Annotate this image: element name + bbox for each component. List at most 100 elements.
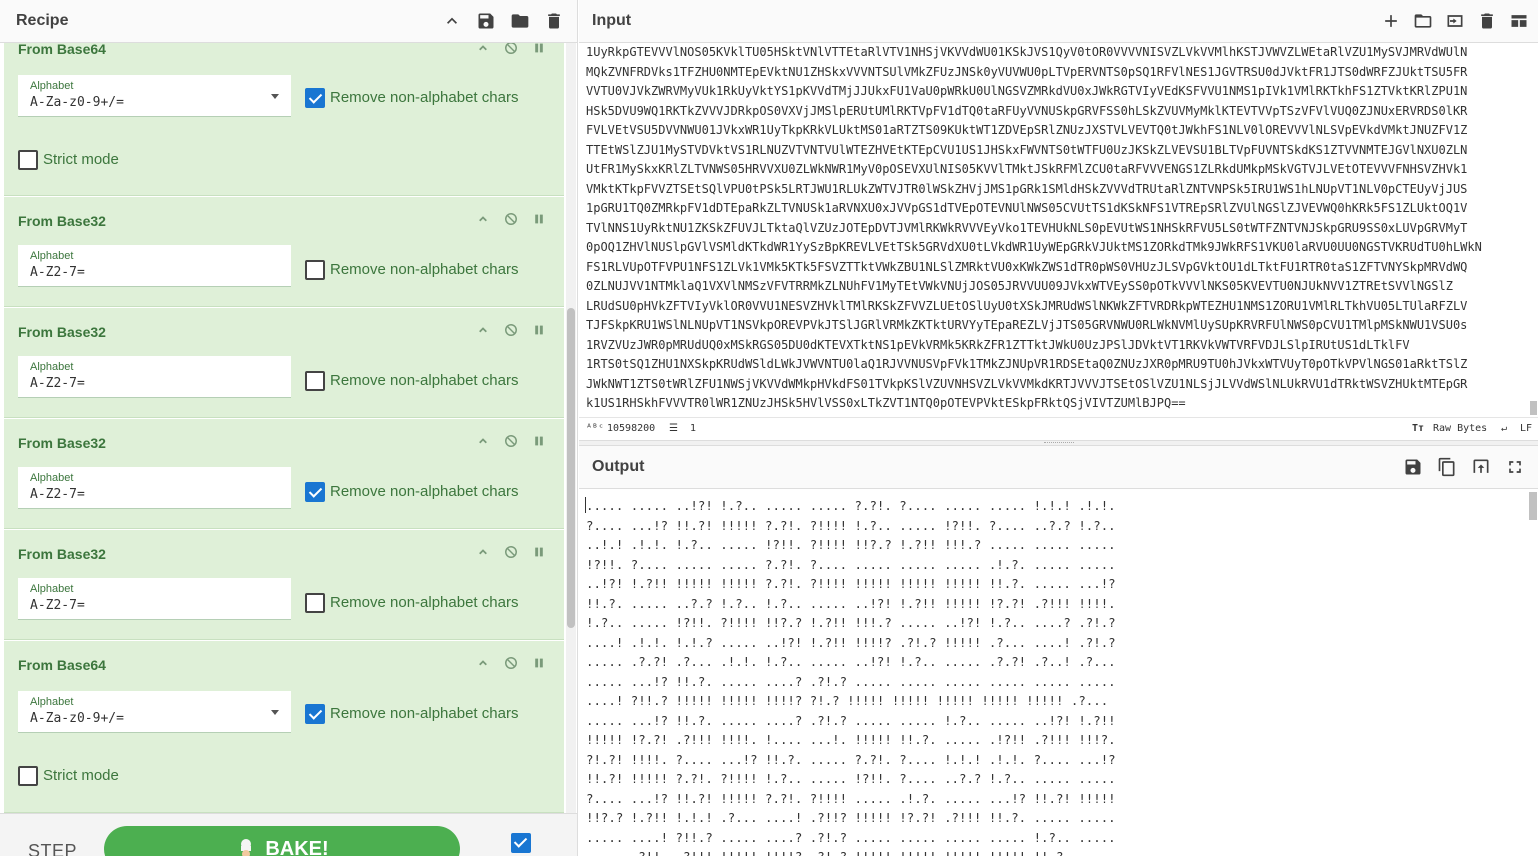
recipe-pane: Recipe From Base64 Alphabet A-Za-z0-9+/=… (0, 0, 578, 856)
disable-icon[interactable] (504, 434, 518, 448)
output-line: !!.?. ..... ..?.? !.?.. !.?.. ..... ..!?… (586, 595, 1116, 611)
output-title: Output (592, 458, 645, 475)
pause-icon[interactable] (532, 323, 546, 337)
disable-icon[interactable] (504, 323, 518, 337)
output-line: ?.... ...!? !!.?! !!!!! ?.?!. ?!!!! ....… (586, 790, 1116, 806)
output-scrollbar-thumb[interactable] (1529, 492, 1537, 520)
chevron-up-icon[interactable] (476, 323, 490, 337)
save-recipe-icon[interactable] (475, 10, 497, 32)
chevron-up-icon[interactable] (476, 43, 490, 55)
output-line: ..... ..... ..!?! !.?.. ..... ..... ?.?!… (586, 498, 1116, 513)
chevron-up-icon[interactable] (476, 545, 490, 559)
output-line: !!.?! !!!!! ?.?!. ?!!!! !.?.. ..... !?!!… (586, 771, 1116, 786)
bake-button[interactable]: BAKE! (104, 826, 460, 856)
remove-non-alphabet-checkbox[interactable] (305, 260, 325, 280)
alphabet-label: Alphabet (30, 250, 74, 262)
disable-icon[interactable] (504, 212, 518, 226)
operation-from-base32[interactable]: From Base32 Alphabet A-Z2-7= Remove non-… (4, 197, 564, 307)
output-line: ..!.! .!.!. !.?.. ..... !?!!. ?!!!! !!?.… (586, 537, 1116, 552)
input-line: VMktKTkpFVVZTSEtSQlVPU0tPSk5LRTJWU1RLUkZ… (586, 181, 1468, 196)
operation-from-base32[interactable]: From Base32 Alphabet A-Z2-7= Remove non-… (4, 308, 564, 418)
char-count: 10598200 (607, 423, 656, 434)
output-line: !!?.? !.?!! !.!.! .?... ....! .?!!? !!!!… (586, 810, 1116, 825)
input-title: Input (592, 12, 632, 29)
output-line: !.?.. ..... !?!!. ?!!!! !!?.? !.?!! !!!.… (586, 615, 1116, 630)
cyberchef-app: Recipe From Base64 Alphabet A-Za-z0-9+/=… (0, 0, 1538, 856)
input-line: 1RTS0tSQ1ZHU1NXSkpKRUdWSldLWkJVWVNTU0laQ… (586, 357, 1468, 371)
operation-title: From Base64 (18, 657, 106, 673)
remove-non-alphabet-label: Remove non-alphabet chars (330, 483, 519, 500)
input-line: HSk5DVU9WQ1RKTkZVVVJDRkpOS0VXVjJMSlpERUt… (586, 103, 1468, 118)
remove-non-alphabet-checkbox[interactable] (305, 593, 325, 613)
disable-icon[interactable] (504, 43, 518, 55)
eol-sequence[interactable]: LF (1520, 423, 1532, 434)
replace-input-icon[interactable] (1470, 456, 1492, 478)
output-textarea[interactable]: ..... ..... ..!?! !.?.. ..... ..... ?.?!… (586, 496, 1516, 856)
recipe-scrollbar[interactable] (566, 43, 576, 813)
open-file-icon[interactable] (1444, 10, 1466, 32)
operation-title: From Base32 (18, 435, 106, 451)
alphabet-label: Alphabet (30, 583, 74, 595)
recipe-operations-list: From Base64 Alphabet A-Za-z0-9+/= Remove… (4, 43, 564, 813)
remove-non-alphabet-checkbox[interactable] (305, 482, 325, 502)
strict-mode-checkbox[interactable] (18, 766, 38, 786)
add-tab-icon[interactable] (1380, 10, 1402, 32)
maximize-icon[interactable] (1504, 456, 1526, 478)
input-scrollbar[interactable] (1528, 43, 1538, 417)
alphabet-input[interactable]: Alphabet A-Z2-7= (18, 578, 291, 620)
remove-non-alphabet-checkbox[interactable] (305, 88, 325, 108)
open-folder-icon[interactable] (1412, 10, 1434, 32)
alphabet-value: A-Z2-7= (30, 376, 85, 391)
chef-hat-icon (235, 838, 257, 856)
output-line: !!!!! !?.?! .?!!! !!!!. !.... ...!. !!!!… (586, 732, 1116, 747)
alphabet-select[interactable]: Alphabet A-Za-z0-9+/= (18, 691, 291, 733)
operation-from-base32[interactable]: From Base32 Alphabet A-Z2-7= Remove non-… (4, 530, 564, 640)
pause-icon[interactable] (532, 434, 546, 448)
disable-icon[interactable] (504, 656, 518, 670)
output-scrollbar[interactable] (1528, 490, 1538, 856)
operation-from-base32[interactable]: From Base32 Alphabet A-Z2-7= Remove non-… (4, 419, 564, 529)
pause-icon[interactable] (532, 43, 546, 55)
chevron-up-icon[interactable] (476, 656, 490, 670)
alphabet-value: A-Za-z0-9+/= (30, 95, 124, 110)
eol-icon[interactable]: ↵ (1501, 423, 1507, 434)
divider-grip[interactable] (1044, 442, 1074, 444)
strict-mode-label: Strict mode (43, 767, 119, 784)
copy-output-icon[interactable] (1436, 456, 1458, 478)
save-output-icon[interactable] (1402, 456, 1424, 478)
output-line: ..... ....! ?!!.? ..... ....? .?!.? ....… (586, 829, 1116, 845)
reset-layout-icon[interactable] (1508, 10, 1530, 32)
clear-recipe-icon[interactable] (543, 10, 565, 32)
disable-icon[interactable] (504, 545, 518, 559)
pause-icon[interactable] (532, 212, 546, 226)
remove-non-alphabet-checkbox[interactable] (305, 371, 325, 391)
auto-bake-checkbox[interactable] (511, 833, 531, 853)
output-pane: Output ..... ..... ..!?! !.?.. ..... ...… (579, 446, 1538, 856)
collapse-all-icon[interactable] (441, 10, 463, 32)
alphabet-select[interactable]: Alphabet A-Za-z0-9+/= (18, 75, 291, 117)
load-recipe-icon[interactable] (509, 10, 531, 32)
input-textarea[interactable]: 1UyRkpGTEVVVlNOS05KVklTU05HSktVNlVTTEtaR… (586, 43, 1526, 415)
step-button[interactable]: STEP (28, 841, 77, 856)
bake-label: BAKE! (265, 838, 329, 856)
input-scrollbar-thumb[interactable] (1530, 401, 1537, 415)
operation-from-base64[interactable]: From Base64 Alphabet A-Za-z0-9+/= Remove… (4, 43, 564, 196)
strict-mode-checkbox[interactable] (18, 150, 38, 170)
pause-icon[interactable] (532, 545, 546, 559)
pause-icon[interactable] (532, 656, 546, 670)
alphabet-input[interactable]: Alphabet A-Z2-7= (18, 467, 291, 509)
recipe-scrollbar-thumb[interactable] (567, 308, 575, 628)
operation-title: From Base32 (18, 213, 106, 229)
chevron-up-icon[interactable] (476, 212, 490, 226)
dropdown-caret-icon (271, 710, 279, 715)
chevron-up-icon[interactable] (476, 434, 490, 448)
alphabet-input[interactable]: Alphabet A-Z2-7= (18, 356, 291, 398)
operation-from-base64[interactable]: From Base64 Alphabet A-Za-z0-9+/= Remove… (4, 641, 564, 813)
text-encoding-icon[interactable]: Tт (1412, 423, 1424, 434)
text-encoding[interactable]: Raw Bytes (1433, 423, 1487, 434)
alphabet-input[interactable]: Alphabet A-Z2-7= (18, 245, 291, 287)
alphabet-value: A-Z2-7= (30, 265, 85, 280)
clear-input-icon[interactable] (1476, 10, 1498, 32)
output-line: ?.... ...!? !!.?! !!!!! ?.?!. ?!!!! !.?.… (586, 517, 1116, 533)
remove-non-alphabet-checkbox[interactable] (305, 704, 325, 724)
